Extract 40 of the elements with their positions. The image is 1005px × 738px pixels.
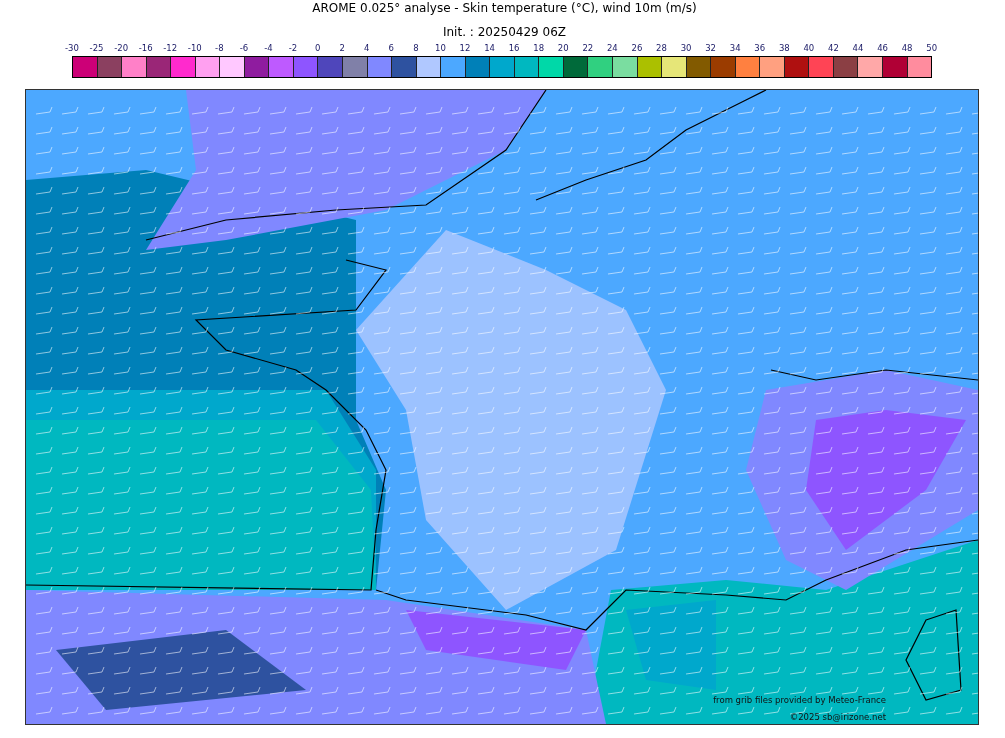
colorbar-tick-label: 38	[777, 42, 791, 55]
colorbar-tick-label: -12	[162, 42, 179, 55]
colorbar-tick-label: -4	[263, 42, 274, 55]
map-title: AROME 0.025° analyse - Skin temperature (°C), wind 10m (m/s)	[312, 0, 697, 16]
colorbar-tick-label: -6	[238, 42, 250, 55]
colorbar-tick-label: 46	[876, 42, 889, 55]
colorbar-tick-label: -30	[64, 42, 80, 55]
colorbar-tick-label: 4	[363, 42, 371, 55]
colorbar-tick-label: 40	[802, 42, 816, 55]
colorbar-tick-label: 26	[630, 42, 644, 55]
colorbar-tick-label: 50	[925, 42, 939, 55]
copyright-credit: ©2025 sb@irizone.net	[789, 712, 886, 722]
colorbar-tick-label: 48	[900, 42, 914, 55]
colorbar-tick-label: -2	[287, 42, 299, 55]
colorbar-tick-label: 10	[434, 42, 447, 55]
colorbar-tick-label: 44	[851, 42, 865, 55]
colorbar-tick-label: 0	[313, 42, 322, 55]
colorbar-tick-label: 14	[483, 42, 496, 55]
colorbar-tick-label: 32	[704, 42, 717, 55]
data-source-credit: from grib files provided by Meteo-France	[713, 695, 886, 705]
colorbar-tick-label: 20	[556, 42, 570, 55]
colorbar-tick-label: 12	[458, 42, 472, 55]
colorbar-tick-label: -8	[214, 42, 225, 55]
colorbar-tick-label: 42	[827, 42, 840, 55]
colorbar-tick-label: -10	[186, 42, 203, 55]
colorbar-tick-label: -16	[137, 42, 154, 55]
colorbar-tick-label: -20	[113, 42, 130, 55]
colorbar-tick-label: 34	[728, 42, 742, 55]
colorbar-tick-label: 18	[532, 42, 546, 55]
colorbar-tick-label: 28	[655, 42, 668, 55]
colorbar-tick-label: 22	[581, 42, 595, 55]
colorbar-tick-label: -25	[88, 42, 105, 55]
colorbar-tick-label: 36	[753, 42, 767, 55]
colorbar-tick-label: 30	[679, 42, 693, 55]
colorbar-tick-label: 6	[387, 42, 395, 55]
colorbar-tick-label: 24	[605, 42, 619, 55]
colorbar-tick-label: 2	[338, 42, 346, 55]
init-time: Init. : 20250429 06Z	[442, 24, 567, 40]
colorbar-tick-label: 8	[412, 42, 420, 55]
colorbar-tick-label: 16	[507, 42, 521, 55]
